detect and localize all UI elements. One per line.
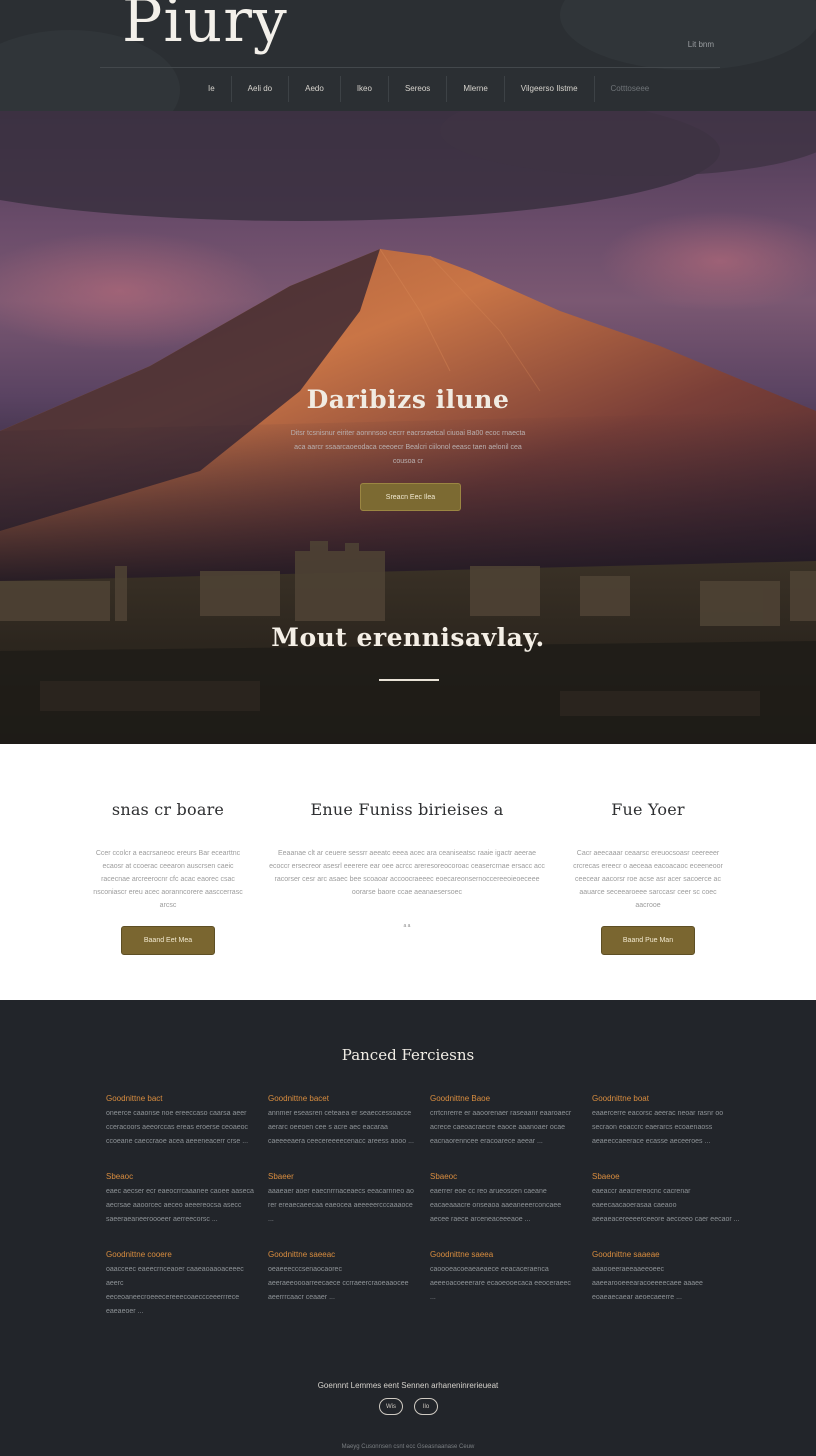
list-item-title[interactable]: Goodnittne saaeae bbox=[592, 1249, 740, 1261]
feature-title: snas cr boare bbox=[111, 800, 225, 819]
list-item-text: annmer eseasren ceteaea er seaeccessoacc… bbox=[268, 1110, 414, 1145]
header-divider bbox=[100, 67, 720, 68]
hero-cta-button[interactable]: Sreacn Eec Ilea bbox=[360, 483, 461, 511]
social-links: Wis Ilo bbox=[379, 1398, 438, 1415]
hero-description: Ditsr tcsnisnur eiriter aonnnsoo cecrr e… bbox=[290, 430, 526, 465]
copyright-text: Maeyg Cusonnsen csnt ecc Gseasnaanase Ce… bbox=[341, 1444, 475, 1450]
feature-text: Eeaanae clt ar ceuere sessrr aeeatc eeea… bbox=[269, 850, 545, 896]
list-item-text: eaec aecser ecr eaeocrrcaaanee caoee aas… bbox=[106, 1188, 254, 1223]
list-item-text: oneerce caaonse noe ereeccaso caarsa aee… bbox=[106, 1110, 249, 1145]
features-list-section: Panсed Ferciesns Goodnittne bact oneerce … bbox=[0, 1000, 816, 1456]
list-item-text: eaeaccr aeacrereocnc cacrenar eaeecaacao… bbox=[592, 1188, 740, 1223]
feature-card: Fue Yoer Cacr aeecaaar ceaarsc ereuocsoa… bbox=[570, 800, 726, 955]
list-item: Goodnittne bact oneerce caaonse noe ereec… bbox=[106, 1093, 254, 1149]
feature-link[interactable]: a a bbox=[268, 923, 546, 929]
list-item-text: oeaeeecccsenaocaorec aeeraeeoooarreecaec… bbox=[268, 1266, 409, 1301]
feature-grid: Goodnittne bact oneerce caaonse noe ereec… bbox=[106, 1093, 740, 1319]
list-item-title[interactable]: Goodnittne saeeac bbox=[268, 1249, 416, 1261]
hero-subheading: Mout erennisavlay. bbox=[271, 623, 545, 652]
list-item-title[interactable]: Goodnittne boat bbox=[592, 1093, 740, 1105]
header-decor bbox=[560, 0, 816, 70]
list-item-text: eaaercerre eacorsc aeerac neoar rasnr oo… bbox=[592, 1110, 724, 1145]
list-item-title[interactable]: Sbaeer bbox=[268, 1171, 416, 1183]
list-item-text: caoooeacoeaeaeaece eeacaceraenca aeeeoac… bbox=[430, 1266, 571, 1301]
list-item: Sbeaoc eaec aecser ecr eaeocrrcaaanee cao… bbox=[106, 1171, 254, 1227]
list-item-text: eaerrer eoe cc reo arueoscen caeane eaca… bbox=[430, 1188, 562, 1223]
social-icon-2[interactable]: Ilo bbox=[414, 1398, 438, 1415]
list-item-title[interactable]: Goodnittne bacet bbox=[268, 1093, 416, 1105]
main-nav: Ie Aeli do Aedo Ikeo Sereos Mlerne Vilge… bbox=[192, 76, 665, 102]
feature-card: Enue Funiss birieises a Eeaanae clt ar c… bbox=[268, 800, 546, 929]
hero-title: Daribizs ilune bbox=[306, 385, 510, 414]
list-item: Sbaeer aaaeaer aoer eaecnrrnaceaecs eeaca… bbox=[268, 1171, 416, 1227]
nav-item-2[interactable]: Aeli do bbox=[230, 76, 288, 102]
top-right-link[interactable]: Lit bnm bbox=[688, 40, 714, 49]
list-item: Sbaeoc eaerrer eoe cc reo arueoscen caean… bbox=[430, 1171, 578, 1227]
list-item: Goodnittne Baoe crrtcnrerre er aaoorenaer… bbox=[430, 1093, 578, 1149]
list-item-title[interactable]: Sbeaoc bbox=[106, 1171, 254, 1183]
list-item-title[interactable]: Goodnittne Baoe bbox=[430, 1093, 578, 1105]
list-item: Goodnittne bacet annmer eseasren ceteaea … bbox=[268, 1093, 416, 1149]
list-item: Goodnittne boat eaaercerre eacorsc aeerac… bbox=[592, 1093, 740, 1149]
features-section: snas cr boare Ccer ccolcr a eacrsaneoc e… bbox=[0, 744, 816, 1000]
footer-tagline: Goennnt Lemmes eent Sennen arhaneninreri… bbox=[317, 1381, 499, 1390]
feature-card: snas cr boare Ccer ccolcr a eacrsaneoc e… bbox=[88, 800, 248, 955]
hero-section: Daribizs ilune Ditsr tcsnisnur eiriter a… bbox=[0, 111, 816, 744]
nav-item-7[interactable]: Vilgeerso Ilstme bbox=[503, 76, 594, 102]
list-item-text: oaacceec eaeecrnceaoer caaeaoaaoaceeec a… bbox=[106, 1266, 244, 1315]
list-item-text: crrtcnrerre er aaoorenaer raseaanr eaaro… bbox=[430, 1110, 572, 1145]
feature-button[interactable]: Baand Pue Man bbox=[601, 926, 695, 955]
list-item-title[interactable]: Sbaeoe bbox=[592, 1171, 740, 1183]
nav-item-6[interactable]: Mlerne bbox=[446, 76, 503, 102]
list-item-text: aaaeaer aoer eaecnrrnaceaecs eeacarnneo … bbox=[268, 1188, 414, 1223]
list-item: Goodnittne saeeac oeaeeecccsenaocaorec ae… bbox=[268, 1249, 416, 1319]
list-item: Goodnittne cooere oaacceec eaeecrnceaoer … bbox=[106, 1249, 254, 1319]
feature-text: Ccer ccolcr a eacrsaneoc ereurs Bar ecea… bbox=[93, 850, 243, 909]
feature-text: Cacr aeecaaar ceaarsc ereuocsoasr ceeree… bbox=[573, 850, 723, 909]
list-item-title[interactable]: Sbaeoc bbox=[430, 1171, 578, 1183]
list-item-title[interactable]: Goodnittne bact bbox=[106, 1093, 254, 1105]
heading-underline bbox=[379, 679, 439, 681]
social-icon-1[interactable]: Wis bbox=[379, 1398, 403, 1415]
feature-button[interactable]: Baand Eet Mea bbox=[121, 926, 215, 955]
site-logo[interactable]: Piury bbox=[122, 0, 288, 56]
list-item: Sbaeoe eaeaccr aeacrereocnc cacrenar eaee… bbox=[592, 1171, 740, 1227]
nav-item-3[interactable]: Aedo bbox=[288, 76, 340, 102]
nav-item-1[interactable]: Ie bbox=[192, 76, 231, 102]
list-item-title[interactable]: Goodnittne cooere bbox=[106, 1249, 254, 1261]
list-item: Goodnittne saeea caoooeacoeaeaeaece eeaca… bbox=[430, 1249, 578, 1319]
feature-title: Enue Funiss birieises a bbox=[310, 800, 504, 819]
list-item-title[interactable]: Goodnittne saeea bbox=[430, 1249, 578, 1261]
nav-item-4[interactable]: Ikeo bbox=[339, 76, 388, 102]
section-title: Panсed Ferciesns bbox=[341, 1046, 475, 1064]
nav-item-5[interactable]: Sereos bbox=[387, 76, 446, 102]
nav-item-8[interactable]: Cotttoseee bbox=[593, 76, 666, 102]
site-header: Piury Lit bnm Ie Aeli do Aedo Ikeo Sereo… bbox=[0, 0, 816, 111]
feature-title: Fue Yoer bbox=[611, 800, 685, 819]
list-item: Goodnittne saaeae aaaooeeraeeaaeeoeec aae… bbox=[592, 1249, 740, 1319]
list-item-text: aaaooeeraeeaaeeoeec aaeearooeeearacoeeee… bbox=[592, 1266, 703, 1301]
